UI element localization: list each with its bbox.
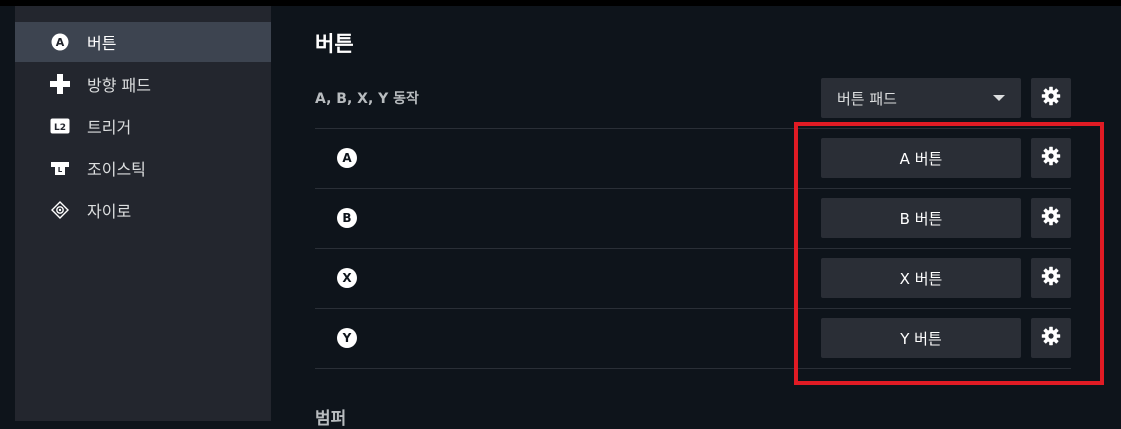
divider xyxy=(315,128,1071,129)
mode-dropdown[interactable]: 버튼 패드 xyxy=(821,78,1021,118)
chevron-down-icon xyxy=(993,95,1005,101)
sidebar-item-label: 버튼 xyxy=(87,34,117,53)
binding-button-x[interactable]: X 버튼 xyxy=(821,258,1021,298)
gear-icon xyxy=(1041,206,1061,230)
binding-button-a[interactable]: A 버튼 xyxy=(821,138,1021,178)
sidebar-item-label: 트리거 xyxy=(87,118,132,137)
sidebar-item-gyro[interactable]: 자이로 xyxy=(15,190,271,230)
dpad-icon xyxy=(50,74,70,94)
a-button-icon: A xyxy=(50,32,70,52)
binding-settings-button-b[interactable] xyxy=(1031,198,1071,238)
binding-button-b[interactable]: B 버튼 xyxy=(821,198,1021,238)
sidebar-item-label: 조이스틱 xyxy=(87,160,146,179)
dropdown-value: 버튼 패드 xyxy=(837,89,897,108)
binding-settings-button-a[interactable] xyxy=(1031,138,1071,178)
divider xyxy=(315,248,1071,249)
divider xyxy=(315,188,1071,189)
l2-trigger-icon: L2 xyxy=(50,116,70,136)
svg-text:L2: L2 xyxy=(54,123,66,133)
x-button-icon: X xyxy=(337,268,357,288)
y-button-icon: Y xyxy=(337,328,357,348)
a-button-icon: A xyxy=(337,148,357,168)
sidebar: A 버튼 방향 패드 L2 트리거 L 조이스틱 자이로 xyxy=(15,6,271,421)
gear-icon xyxy=(1041,326,1061,350)
b-button-icon: B xyxy=(337,208,357,228)
svg-text:L: L xyxy=(58,166,63,174)
left-gutter xyxy=(0,6,15,421)
joystick-icon: L xyxy=(50,158,70,178)
section-label-bumpers: 범퍼 xyxy=(315,409,347,429)
sidebar-item-joysticks[interactable]: L 조이스틱 xyxy=(15,148,271,188)
svg-text:A: A xyxy=(56,36,65,49)
sidebar-item-label: 자이로 xyxy=(87,202,132,221)
sidebar-item-triggers[interactable]: L2 트리거 xyxy=(15,106,271,146)
gyro-icon xyxy=(50,200,70,220)
page-title: 버튼 xyxy=(315,32,354,56)
gear-icon xyxy=(1041,266,1061,290)
group-settings-button[interactable] xyxy=(1031,78,1071,118)
binding-settings-button-y[interactable] xyxy=(1031,318,1071,358)
main-panel: 버튼 A, B, X, Y 동작 버튼 패드 A A 버튼 B B 버튼 X X… xyxy=(271,6,1121,429)
divider xyxy=(315,308,1071,309)
gear-icon xyxy=(1041,86,1061,110)
gear-icon xyxy=(1041,146,1061,170)
binding-settings-button-x[interactable] xyxy=(1031,258,1071,298)
sidebar-item-label: 방향 패드 xyxy=(87,76,151,95)
sidebar-item-buttons[interactable]: A 버튼 xyxy=(15,22,271,62)
binding-button-y[interactable]: Y 버튼 xyxy=(821,318,1021,358)
divider xyxy=(315,368,1071,369)
group-label: A, B, X, Y 동작 xyxy=(315,91,419,107)
sidebar-item-dpad[interactable]: 방향 패드 xyxy=(15,64,271,104)
